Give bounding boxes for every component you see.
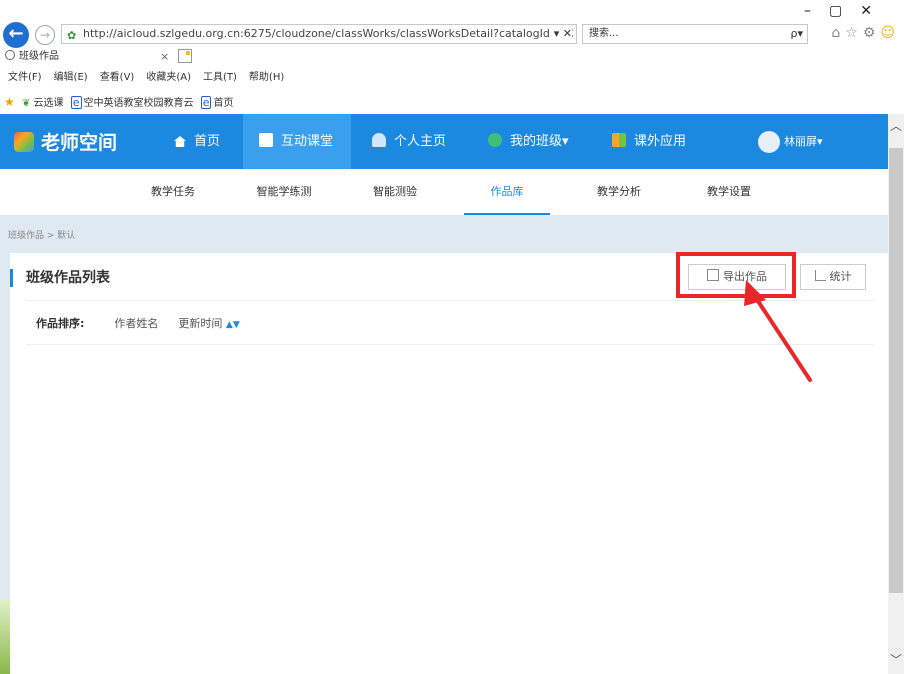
sort-by-author[interactable]: 作者姓名 [114,317,158,330]
search-input[interactable]: 搜索... ρ▾ [582,24,808,44]
tab-teaching-tasks[interactable]: 教学任务 [140,169,206,215]
nav-interactive-classroom[interactable]: 互动课堂 [243,114,351,169]
sort-bar: 作品排序: 作者姓名 更新时间 ▲▼ [36,316,240,333]
favorites-star-icon[interactable]: ☆ [845,25,863,41]
logo-mark-icon [14,132,34,152]
tab-close-button[interactable]: × [160,48,169,66]
menu-tools[interactable]: 工具(T) [203,72,237,83]
menu-view[interactable]: 查看(V) [100,72,135,83]
menu-help[interactable]: 帮助(H) [249,72,284,83]
sort-arrows-icon[interactable]: ▲▼ [226,320,240,330]
user-menu[interactable]: 林丽屏▾ [758,130,823,154]
favorites-bar: ★ ❦ 云选课 e空中英语教室校园教育云 e首页 [0,93,233,111]
menu-favorites[interactable]: 收藏夹(A) [146,72,191,83]
avatar [758,131,780,153]
window-controls[interactable]: –▢✕ [804,3,890,19]
back-arrow-icon: ← [8,23,23,44]
tab-teaching-analysis[interactable]: 教学分析 [586,169,652,215]
person-icon [372,133,386,147]
fav-item-cloud[interactable]: ❦ 云选课 [22,95,64,113]
nav-personal-page[interactable]: 个人主页 [372,114,446,169]
address-bar[interactable]: ✿ http://aicloud.szlgedu.org.cn:6275/clou… [61,24,577,44]
feedback-smiley-icon[interactable]: ☺ [880,25,900,41]
tab-title: 班级作品 [19,51,59,62]
forward-arrow-icon: → [40,28,50,42]
fav-item-english[interactable]: e空中英语教室校园教育云 [71,95,194,113]
chevron-down-icon: ▾ [562,134,569,149]
site-favicon-icon: ✿ [67,27,79,39]
tab-smart-quiz[interactable]: 智能测验 [362,169,428,215]
page-title: 班级作品列表 [26,268,110,288]
sort-by-update-time[interactable]: 更新时间 [178,317,222,330]
search-placeholder: 搜索... [589,28,619,39]
menu-file[interactable]: 文件(F) [8,72,42,83]
home-icon [174,136,186,147]
nav-apps[interactable]: 课外应用 [612,114,686,169]
classroom-icon [259,133,273,147]
scroll-up-icon[interactable]: ︿ [888,118,904,134]
menu-bar: 文件(F) 编辑(E) 查看(V) 收藏夹(A) 工具(T) 帮助(H) [0,69,288,87]
tab-works-library[interactable]: 作品库 [464,169,550,215]
settings-gear-icon[interactable]: ⚙ [863,25,881,41]
search-icon[interactable]: ρ▾ [790,25,803,43]
ie-page-icon: e [201,96,212,109]
url-text: http://aicloud.szlgedu.org.cn:6275/cloud… [83,27,574,40]
tab-teaching-settings[interactable]: 教学设置 [696,169,762,215]
forward-button[interactable]: → [35,25,55,45]
desktop-background-strip [0,600,10,674]
leaf-icon: ❦ [22,98,30,109]
scroll-down-icon[interactable]: ﹀ [888,652,904,668]
chevron-down-icon: ▾ [817,135,823,148]
user-name: 林丽屏 [784,135,817,148]
menu-edit[interactable]: 编辑(E) [54,72,88,83]
browser-tab[interactable]: 班级作品 [2,48,170,66]
tab-smart-practice[interactable]: 智能学练测 [246,169,322,215]
site-logo[interactable]: 老师空间 [14,129,117,157]
annotation-arrow-icon [730,270,820,390]
ie-page-icon: e [71,96,82,109]
home-browser-icon[interactable]: ⌂ [831,25,845,41]
browser-icons: ⌂☆⚙☺ [831,25,900,41]
apps-icon [612,133,626,147]
title-accent-bar [10,269,13,287]
sort-label: 作品排序: [36,317,84,330]
breadcrumb[interactable]: 班级作品 > 默认 [8,230,75,242]
new-tab-button[interactable] [178,49,192,63]
address-controls[interactable]: ▾ ✕ [550,25,572,43]
scrollbar-thumb[interactable] [889,148,903,593]
nav-home[interactable]: 首页 [174,114,220,169]
class-icon [488,133,502,147]
nav-my-class[interactable]: 我的班级▾ [488,114,569,169]
favorites-star-icon[interactable]: ★ [4,95,15,109]
fav-item-home[interactable]: e首页 [201,95,234,113]
back-button[interactable]: ← [3,22,29,48]
loading-spinner-icon [5,50,15,60]
